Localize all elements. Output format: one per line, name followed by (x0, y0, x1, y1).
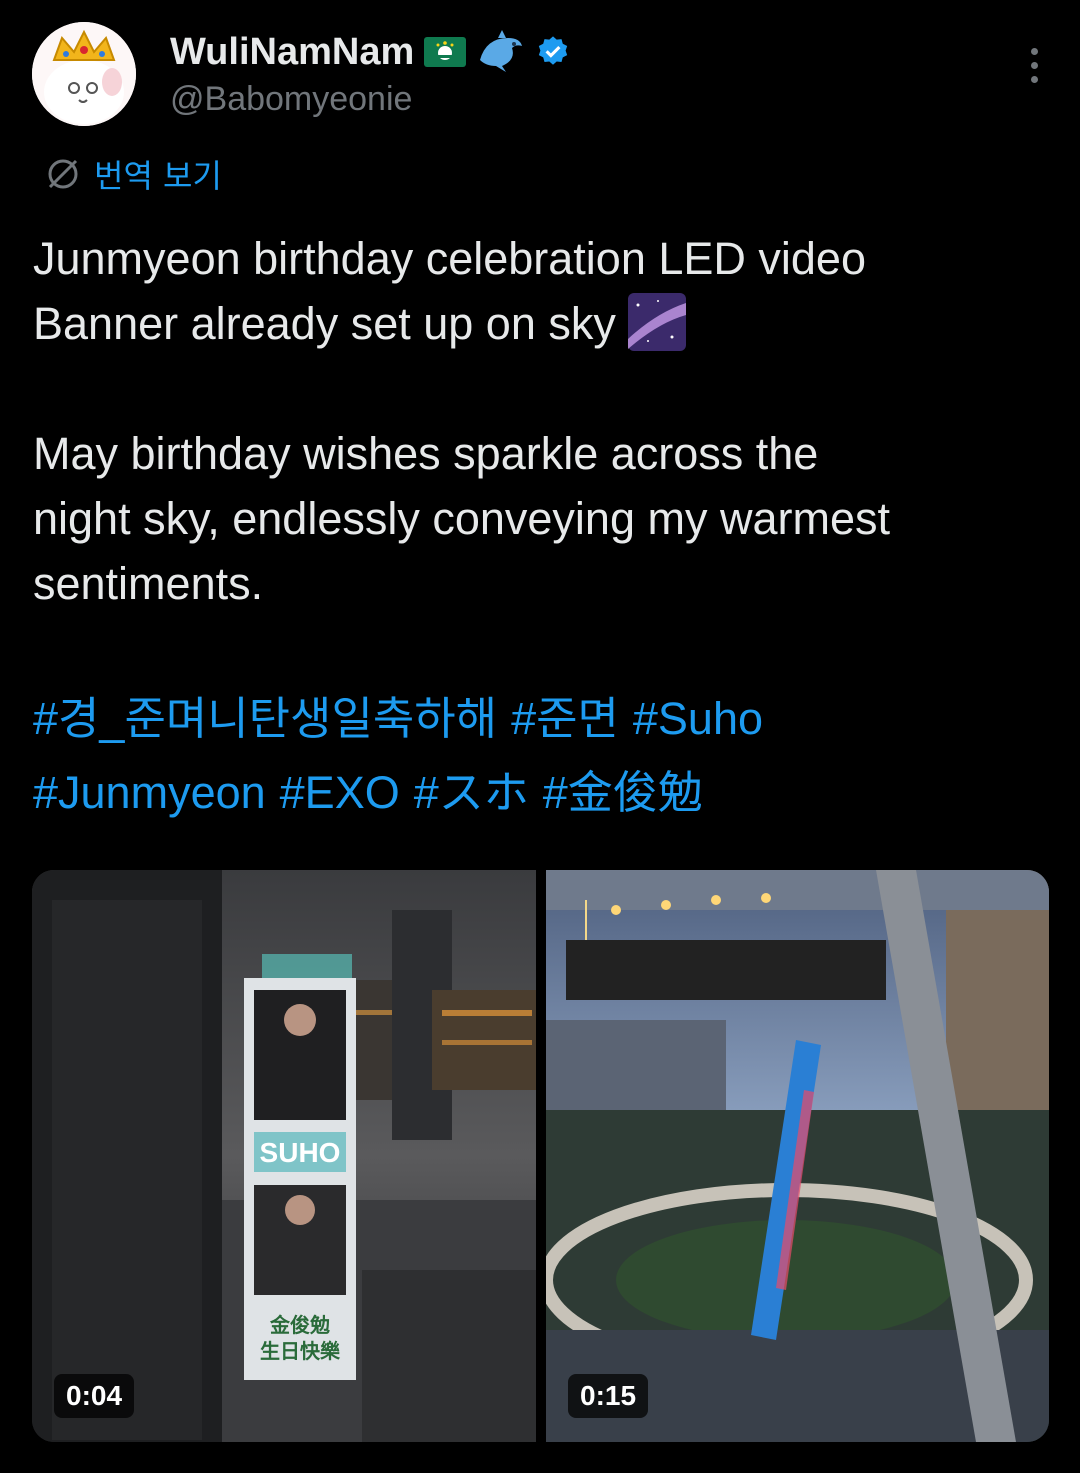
user-handle[interactable]: @Babomyeonie (170, 80, 412, 119)
hashtag-link[interactable]: #경_준며니탄생일축하해 (33, 693, 497, 744)
tweet-line-text: Banner already set up on sky (33, 298, 616, 349)
verified-badge-icon (539, 36, 568, 65)
avatar[interactable] (32, 22, 136, 126)
video-duration: 0:15 (568, 1374, 649, 1418)
video-thumbnail[interactable]: 0:15 (546, 870, 1049, 1442)
more-options-icon[interactable] (1028, 48, 1040, 88)
banner-text: SUHO (260, 1137, 341, 1168)
display-name[interactable]: WuliNamNam (170, 31, 414, 74)
tweet-text: Junmyeon birthday celebration LED video … (33, 226, 1043, 616)
video-duration: 0:04 (54, 1374, 135, 1418)
hashtag-link[interactable]: #Suho (633, 693, 763, 744)
hashtag-link[interactable]: #スホ (414, 767, 529, 818)
tweet-line: night sky, endlessly conveying my warmes… (33, 493, 890, 544)
banner-caption: 金俊勉 (269, 1313, 330, 1337)
tweet-line: May birthday wishes sparkle across the (33, 428, 819, 479)
dolphin-icon (480, 30, 523, 72)
tweet-line: Banner already set up on sky (33, 291, 1043, 356)
hashtags: #경_준며니탄생일축하해 #준면 #Suho #Junmyeon #EXO #スホ #金俊… (33, 682, 1043, 830)
tweet-line: sentiments. (33, 558, 264, 609)
hashtag-link[interactable]: #EXO (280, 767, 400, 818)
banner-caption: 生日快樂 (260, 1339, 341, 1363)
hashtag-link[interactable]: #Junmyeon (33, 767, 266, 818)
milky-way-icon (628, 293, 687, 351)
video-thumbnail[interactable]: SUHO 金俊勉 生日快樂 0:04 (32, 870, 536, 1442)
macau-flag-icon (424, 37, 467, 67)
video-image (546, 870, 1049, 1442)
hashtag-link[interactable]: #金俊勉 (543, 767, 703, 818)
hashtag-link[interactable]: #준면 (511, 693, 619, 744)
globe-icon (48, 159, 78, 189)
tweet-line: Junmyeon birthday celebration LED video (33, 233, 866, 284)
translate-button[interactable]: 번역 보기 (44, 150, 222, 198)
avatar-image (32, 22, 136, 126)
video-image: SUHO 金俊勉 生日快樂 (32, 870, 536, 1442)
translate-label: 번역 보기 (94, 157, 222, 195)
